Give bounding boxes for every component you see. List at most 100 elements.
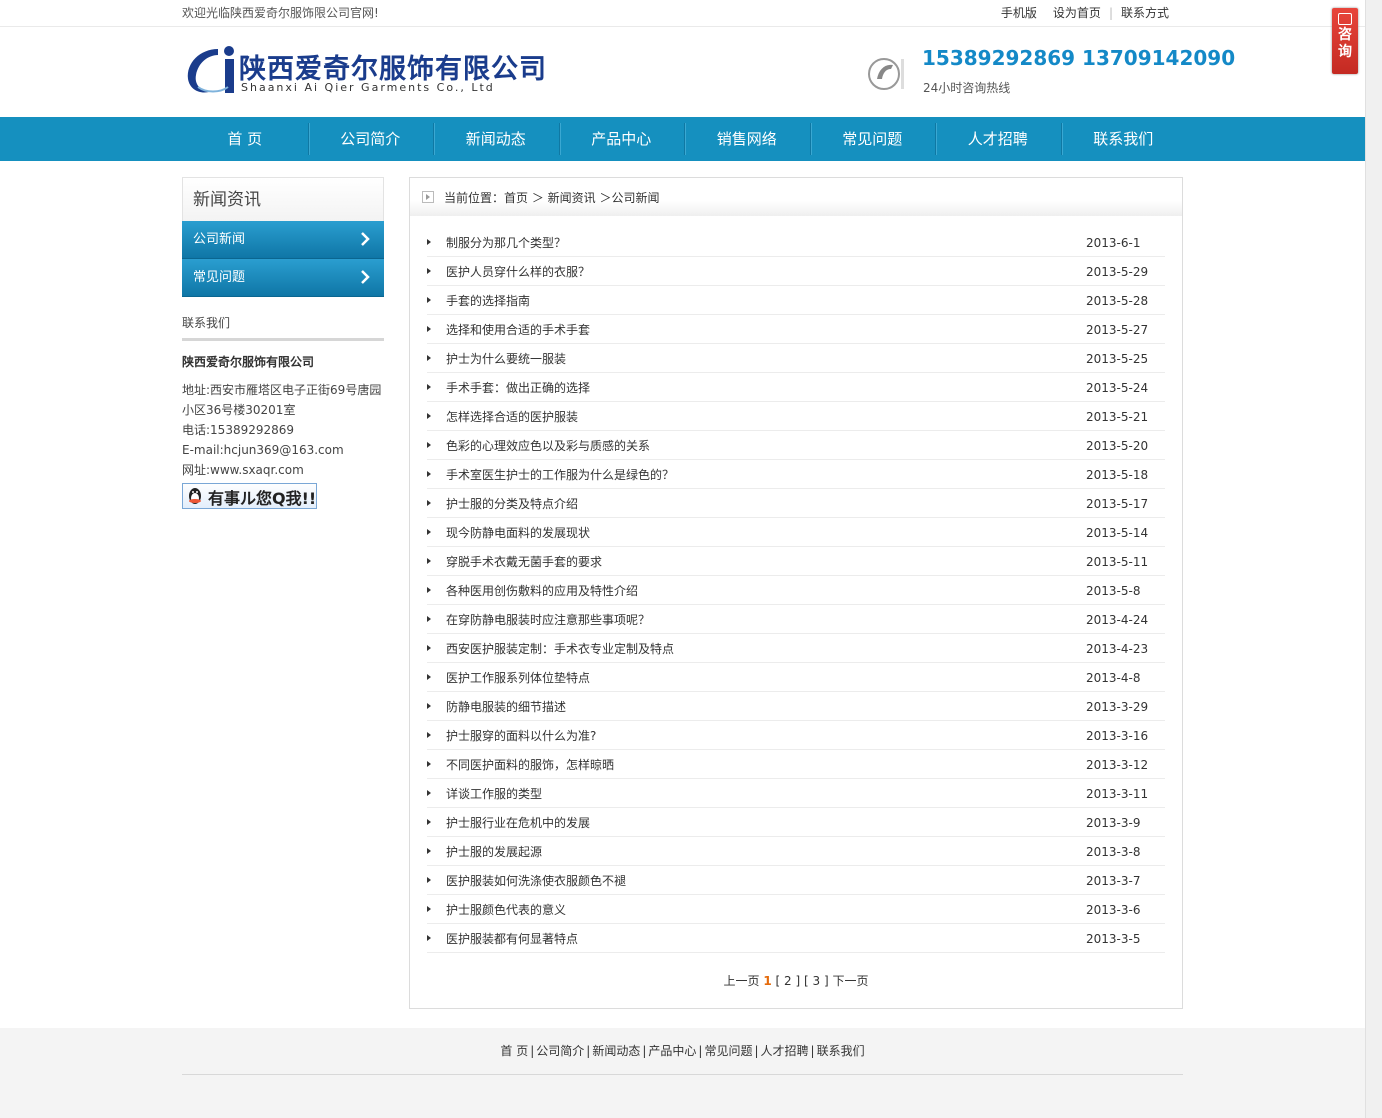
list-item[interactable]: 现今防静电面料的发展现状 2013-5-14 [427,518,1165,547]
list-item[interactable]: 护士为什么要统一服装 2013-5-25 [427,344,1165,373]
footer-link-products[interactable]: 产品中心 [648,1044,696,1058]
list-item[interactable]: 手术手套：做出正确的选择 2013-5-24 [427,373,1165,402]
nav-item-news[interactable]: 新闻动态 [433,117,559,161]
list-item[interactable]: 医护工作服系列体位垫特点 2013-4-8 [427,663,1165,692]
nav-item-contact[interactable]: 联系我们 [1060,117,1187,161]
news-date: 2013-5-14 [1086,526,1149,540]
news-title-link[interactable]: 医护服装如何洗涤使衣服颜色不褪 [446,866,626,896]
news-title-link[interactable]: 防静电服装的细节描述 [446,692,566,722]
contact-website: 网址:www.sxaqr.com [182,463,304,477]
contact-address-line2: 小区36号楼30201室 [182,403,296,417]
logo[interactable]: 陕西爱奇尔服饰有限公司 Shaanxi Ai Qier Garments Co.… [182,41,546,97]
list-item[interactable]: 医护服装如何洗涤使衣服颜色不褪 2013-3-7 [427,866,1165,895]
logo-english-name: Shaanxi Ai Qier Garments Co., Ltd [241,81,495,94]
news-title-link[interactable]: 制服分为那几个类型？ [446,228,566,258]
hotline-numbers: 15389292869 13709142090 [922,46,1236,70]
bullet-arrow-icon [427,645,431,651]
list-item[interactable]: 护士服的发展起源 2013-3-8 [427,837,1165,866]
list-item[interactable]: 护士服的分类及特点介绍 2013-5-17 [427,489,1165,518]
news-title-link[interactable]: 护士服颜色代表的意义 [446,895,566,925]
prev-page-link[interactable]: 上一页 [724,974,760,988]
news-title-link[interactable]: 医护服装都有何显著特点 [446,924,578,954]
qq-penguin-icon [189,488,201,504]
list-item[interactable]: 防静电服装的细节描述 2013-3-29 [427,692,1165,721]
qq-chat-button[interactable]: 有事ル您Q我!! [182,483,317,509]
mobile-version-link[interactable]: 手机版 [993,0,1045,26]
news-date: 2013-3-6 [1086,903,1141,917]
list-item[interactable]: 制服分为那几个类型？ 2013-6-1 [427,228,1165,257]
news-date: 2013-3-5 [1086,932,1141,946]
news-title-link[interactable]: 在穿防静电服装时应注意那些事项呢？ [446,605,650,635]
sidebar-item-faq[interactable]: 常见问题 [182,259,384,297]
news-title-link[interactable]: 现今防静电面料的发展现状 [446,518,590,548]
current-page: 1 [763,974,772,988]
list-item[interactable]: 穿脱手术衣戴无菌手套的要求 2013-5-11 [427,547,1165,576]
page-3-link[interactable]: [ 3 ] [804,974,829,988]
news-title-link[interactable]: 色彩的心理效应色以及彩与质感的关系 [446,431,650,461]
list-item[interactable]: 西安医护服装定制：手术衣专业定制及特点 2013-4-23 [427,634,1165,663]
list-item[interactable]: 色彩的心理效应色以及彩与质感的关系 2013-5-20 [427,431,1165,460]
consult-label: 咨询 [1338,27,1352,60]
contact-link[interactable]: 联系方式 [1113,0,1177,26]
bullet-arrow-icon [427,355,431,361]
news-title-link[interactable]: 穿脱手术衣戴无菌手套的要求 [446,547,602,577]
list-item[interactable]: 各种医用创伤敷料的应用及特性介绍 2013-5-8 [427,576,1165,605]
nav-item-about[interactable]: 公司简介 [307,117,434,161]
news-title-link[interactable]: 手术室医生护士的工作服为什么是绿色的？ [446,460,674,490]
list-item[interactable]: 选择和使用合适的手术手套 2013-5-27 [427,315,1165,344]
set-homepage-link[interactable]: 设为首页 [1045,0,1109,26]
news-title-link[interactable]: 护士服的分类及特点介绍 [446,489,578,519]
list-item[interactable]: 护士服行业在危机中的发展 2013-3-9 [427,808,1165,837]
news-title-link[interactable]: 护士为什么要统一服装 [446,344,566,374]
news-title-link[interactable]: 怎样选择合适的医护服装 [446,402,578,432]
footer-nav: 首 页 | 公司简介 | 新闻动态 | 产品中心 | 常见问题 | 人才招聘 | 联系我们 [0,1042,1365,1059]
news-title-link[interactable]: 医护工作服系列体位垫特点 [446,663,590,693]
consult-button[interactable]: 咨询 [1332,8,1358,74]
news-title-link[interactable]: 护士服行业在危机中的发展 [446,808,590,838]
news-title-link[interactable]: 护士服的发展起源 [446,837,542,867]
footer-link-contact[interactable]: 联系我们 [817,1044,865,1058]
hotline-label: 24小时咨询热线 [923,81,1011,95]
news-date: 2013-4-23 [1086,642,1149,656]
news-list-panel: 当前位置：首页 ＞ 新闻资讯 ＞公司新闻 制服分为那几个类型？ 2013-6-1 医… [409,177,1183,1009]
nav-item-faq[interactable]: 常见问题 [809,117,936,161]
news-title-link[interactable]: 西安医护服装定制：手术衣专业定制及特点 [446,634,674,664]
news-title-link[interactable]: 不同医护面料的服饰，怎样晾晒 [446,750,614,780]
nav-item-sales-network[interactable]: 销售网络 [684,117,810,161]
footer-link-home[interactable]: 首 页 [500,1044,528,1058]
news-title-link[interactable]: 详谈工作服的类型 [446,779,542,809]
news-date: 2013-5-28 [1086,294,1149,308]
news-title-link[interactable]: 手术手套：做出正确的选择 [446,373,590,403]
list-item[interactable]: 手术室医生护士的工作服为什么是绿色的？ 2013-5-18 [427,460,1165,489]
news-title-link[interactable]: 选择和使用合适的手术手套 [446,315,590,345]
next-page-link[interactable]: 下一页 [832,974,868,988]
nav-item-careers[interactable]: 人才招聘 [935,117,1061,161]
list-item[interactable]: 手套的选择指南 2013-5-28 [427,286,1165,315]
contact-email: E-mail:hcjun369@163.com [182,443,344,457]
news-title-link[interactable]: 医护人员穿什么样的衣服？ [446,257,590,287]
news-title-link[interactable]: 护士服穿的面料以什么为准? [446,721,596,751]
news-title-link[interactable]: 手套的选择指南 [446,286,530,316]
list-item[interactable]: 在穿防静电服装时应注意那些事项呢？ 2013-4-24 [427,605,1165,634]
page-2-link[interactable]: [ 2 ] [776,974,801,988]
page-scrollbar[interactable] [1365,0,1382,1118]
footer-link-news[interactable]: 新闻动态 [592,1044,640,1058]
list-item[interactable]: 护士服颜色代表的意义 2013-3-6 [427,895,1165,924]
sidebar-item-company-news[interactable]: 公司新闻 [182,221,384,259]
news-date: 2013-3-12 [1086,758,1149,772]
list-item[interactable]: 医护服装都有何显著特点 2013-3-5 [427,924,1165,953]
news-date: 2013-3-7 [1086,874,1141,888]
nav-item-products[interactable]: 产品中心 [558,117,685,161]
list-item[interactable]: 护士服穿的面料以什么为准? 2013-3-16 [427,721,1165,750]
nav-item-home[interactable]: 首 页 [182,117,308,161]
list-item[interactable]: 医护人员穿什么样的衣服？ 2013-5-29 [427,257,1165,286]
news-title-link[interactable]: 各种医用创伤敷料的应用及特性介绍 [446,576,638,606]
bullet-arrow-icon [427,500,431,506]
list-item[interactable]: 怎样选择合适的医护服装 2013-5-21 [427,402,1165,431]
footer-link-about[interactable]: 公司简介 [536,1044,584,1058]
list-item[interactable]: 不同医护面料的服饰，怎样晾晒 2013-3-12 [427,750,1165,779]
footer-link-careers[interactable]: 人才招聘 [761,1044,809,1058]
list-item[interactable]: 详谈工作服的类型 2013-3-11 [427,779,1165,808]
footer-link-faq[interactable]: 常见问题 [704,1044,752,1058]
bullet-arrow-icon [427,732,431,738]
